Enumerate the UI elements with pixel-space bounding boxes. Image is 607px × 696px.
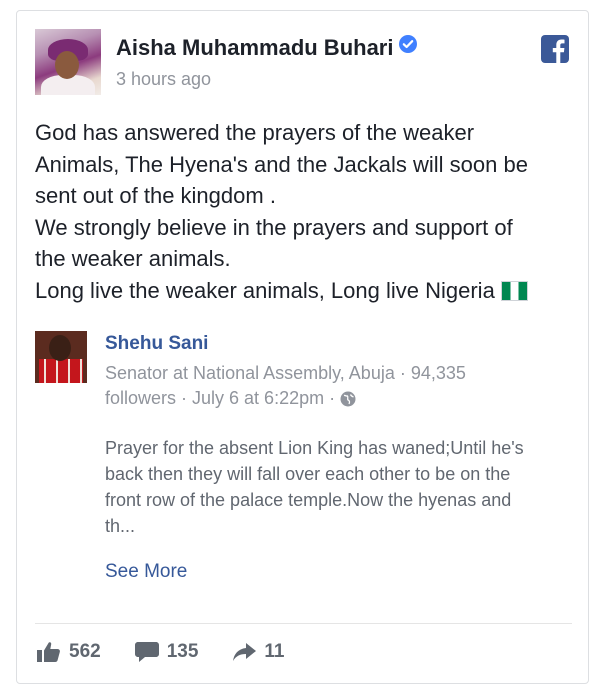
shared-meta-line-2: followers · July 6 at 6:22pm · [105, 386, 525, 411]
shared-author-avatar[interactable] [35, 331, 87, 383]
like-count: 562 [69, 641, 101, 662]
post-text: God has answered the prayers of the weak… [35, 117, 580, 306]
post-timestamp[interactable]: 3 hours ago [116, 69, 211, 90]
divider [35, 623, 572, 624]
facebook-logo-icon[interactable] [541, 35, 569, 63]
verified-badge-icon [399, 35, 418, 53]
comment-count: 135 [166, 641, 199, 662]
post-line-last: Long live the weaker animals, Long live … [35, 275, 580, 307]
post-line: We strongly believe in the prayers and s… [35, 214, 513, 240]
post-line: the weaker animals. [35, 246, 231, 271]
nigeria-flag-icon [500, 280, 528, 301]
thumbs-up-icon [37, 642, 60, 662]
comment-button[interactable]: 135 [134, 641, 199, 663]
share-button[interactable]: 11 [232, 641, 285, 663]
author-name[interactable]: Aisha Muhammadu Buhari [116, 35, 393, 60]
shared-meta: Senator at National Assembly, Abuja · 94… [105, 361, 525, 411]
shared-body-line: Prayer for the absent Lion King has wane… [105, 438, 524, 458]
shared-author-name[interactable]: Shehu Sani [105, 333, 208, 355]
share-count: 11 [264, 641, 285, 662]
reaction-bar: 562 135 11 [37, 639, 319, 665]
shared-body-line: back then they will fall over each other… [105, 464, 511, 484]
comment-icon [134, 642, 159, 662]
facebook-post-card: Aisha Muhammadu Buhari 3 hours ago God h… [16, 10, 589, 684]
shared-meta-line: Senator at National Assembly, Abuja · 94… [105, 363, 466, 383]
author-avatar[interactable] [35, 29, 101, 95]
like-button[interactable]: 562 [37, 641, 101, 663]
post-line: Long live the weaker animals, Long live … [35, 277, 495, 303]
shared-body: Prayer for the absent Lion King has wane… [105, 435, 575, 539]
globe-icon [340, 391, 356, 407]
shared-body-line: th... [105, 516, 136, 536]
author-name-row: Aisha Muhammadu Buhari [116, 35, 418, 61]
shared-meta-line: followers · July 6 at 6:22pm · [105, 388, 336, 408]
shared-body-line: front row of the palace temple.Now the h… [105, 490, 512, 510]
see-more-link[interactable]: See More [105, 561, 187, 583]
post-line: God has answered the prayers of the weak… [35, 120, 475, 145]
share-arrow-icon [233, 643, 257, 661]
post-line: Animals, The Hyena's and the Jackals wil… [35, 151, 528, 177]
post-line: sent out of the kingdom . [35, 183, 276, 208]
